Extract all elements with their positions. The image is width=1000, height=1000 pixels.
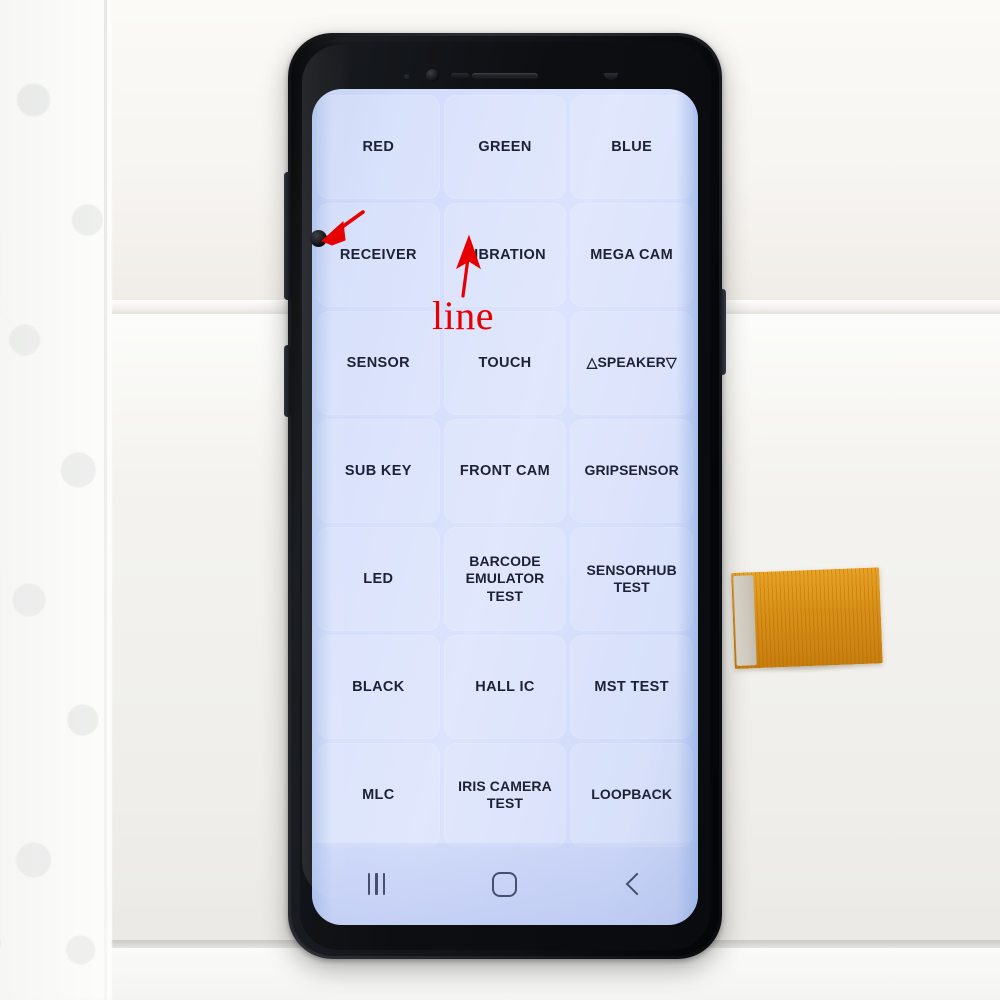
iris-scanner-icon	[451, 73, 469, 78]
test-cell[interactable]: LED	[317, 527, 440, 631]
test-cell[interactable]: GREEN	[443, 95, 567, 199]
home-button[interactable]	[468, 861, 542, 907]
display-defect-spot	[310, 230, 327, 247]
back-icon	[625, 872, 648, 896]
test-cell[interactable]: △SPEAKER▽	[570, 311, 693, 415]
test-cell[interactable]: BLACK	[317, 635, 440, 739]
test-cell-label: MEGA CAM	[590, 246, 674, 263]
test-cell[interactable]: IRIS CAMERA TEST	[443, 743, 567, 847]
test-cell[interactable]: MLC	[317, 743, 440, 847]
test-cell[interactable]: RECEIVER	[317, 203, 440, 307]
phone-screen: RED GREEN BLUE RECEIVER VIBRATION MEGA CAM SEN…	[312, 89, 698, 925]
test-cell-label: SUB KEY	[344, 462, 412, 479]
bixby-button[interactable]	[284, 345, 291, 417]
test-cell[interactable]: FRONT CAM	[443, 419, 567, 523]
back-button[interactable]	[597, 861, 671, 907]
bubble-wrap-seam	[104, 0, 107, 1000]
home-icon	[492, 871, 518, 897]
test-cell[interactable]: SENSOR	[317, 311, 440, 415]
test-cell-label: HALL IC	[475, 678, 535, 695]
test-cell-label: BARCODE EMULATOR TEST	[465, 552, 545, 604]
front-camera-icon	[426, 69, 439, 82]
navigation-bar	[312, 843, 698, 925]
test-cell[interactable]: BARCODE EMULATOR TEST	[443, 527, 567, 631]
volume-rocker-button[interactable]	[284, 172, 291, 300]
test-cell[interactable]: BLUE	[570, 95, 693, 199]
test-cell-label: GRIPSENSOR	[584, 462, 679, 479]
test-cell[interactable]: HALL IC	[443, 635, 567, 739]
test-cell-label: TOUCH	[478, 354, 532, 371]
display-flex-cable	[731, 567, 883, 669]
recents-icon	[367, 873, 386, 895]
test-cell-label: BLUE	[611, 138, 653, 155]
test-cell-label: MLC	[362, 786, 395, 803]
test-cell[interactable]: SENSORHUB TEST	[570, 527, 693, 631]
defect-annotation-label: line	[432, 293, 494, 338]
recents-button[interactable]	[339, 861, 413, 907]
test-cell[interactable]: LOOPBACK	[570, 743, 693, 847]
notification-led	[404, 74, 409, 79]
test-cell-label: LED	[363, 570, 394, 587]
test-cell[interactable]: MEGA CAM	[570, 203, 693, 307]
test-cell-label: GREEN	[478, 138, 532, 155]
power-button[interactable]	[719, 289, 726, 375]
test-cell-label: SENSORHUB TEST	[586, 561, 677, 596]
test-cell[interactable]: RED	[317, 95, 440, 199]
factory-test-grid: RED GREEN BLUE RECEIVER VIBRATION MEGA CAM SEN…	[312, 89, 698, 847]
test-cell-label: BLACK	[352, 678, 405, 695]
test-cell-label: VIBRATION	[464, 246, 546, 263]
test-cell-label: FRONT CAM	[459, 462, 551, 479]
test-cell[interactable]: GRIPSENSOR	[570, 419, 693, 523]
test-cell[interactable]: SUB KEY	[317, 419, 440, 523]
test-cell-label: IRIS CAMERA TEST	[458, 777, 552, 812]
test-cell-label: RECEIVER	[339, 246, 417, 263]
flex-cable-connector	[733, 575, 757, 666]
bubble-wrap-packaging	[0, 0, 112, 1000]
test-cell[interactable]: VIBRATION	[443, 203, 567, 307]
earpiece-speaker-grille	[472, 73, 538, 79]
test-cell-label: LOOPBACK	[591, 786, 673, 803]
test-cell-label: RED	[362, 138, 395, 155]
test-cell[interactable]: MST TEST	[570, 635, 693, 739]
test-cell-label: SENSOR	[346, 354, 410, 371]
test-cell-label: MST TEST	[594, 678, 669, 695]
smartphone-body: RED GREEN BLUE RECEIVER VIBRATION MEGA CAM SEN…	[284, 33, 726, 959]
product-photo-scene: RED GREEN BLUE RECEIVER VIBRATION MEGA CAM SEN…	[0, 0, 1000, 1000]
test-cell-label: △SPEAKER▽	[586, 354, 677, 371]
